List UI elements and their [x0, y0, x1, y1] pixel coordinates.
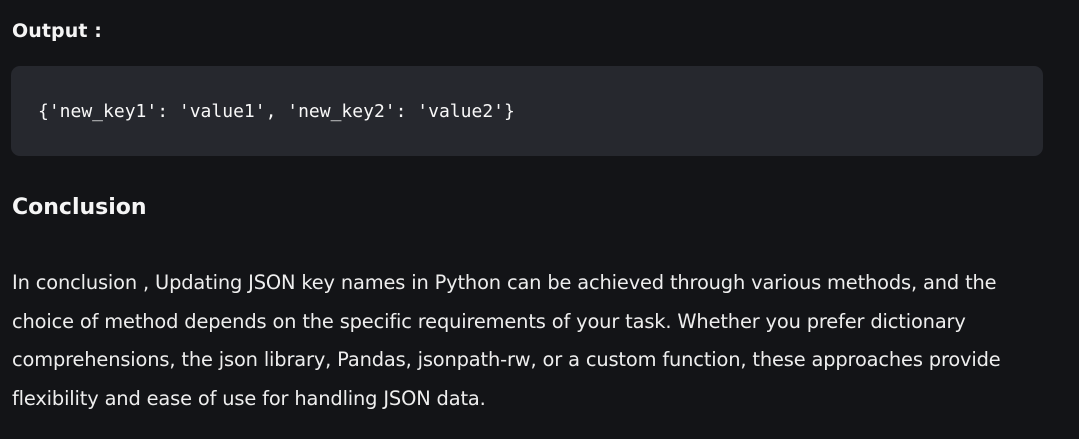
conclusion-heading: Conclusion	[12, 195, 147, 220]
code-output-text[interactable]: {'new_key1': 'value1', 'new_key2': 'valu…	[38, 98, 1043, 126]
conclusion-paragraph: In conclusion , Updating JSON key names …	[12, 271, 1001, 410]
article-content: Output : {'new_key1': 'value1', 'new_key…	[0, 0, 1079, 439]
output-label: Output :	[12, 20, 102, 42]
code-block: {'new_key1': 'value1', 'new_key2': 'valu…	[11, 66, 1043, 156]
